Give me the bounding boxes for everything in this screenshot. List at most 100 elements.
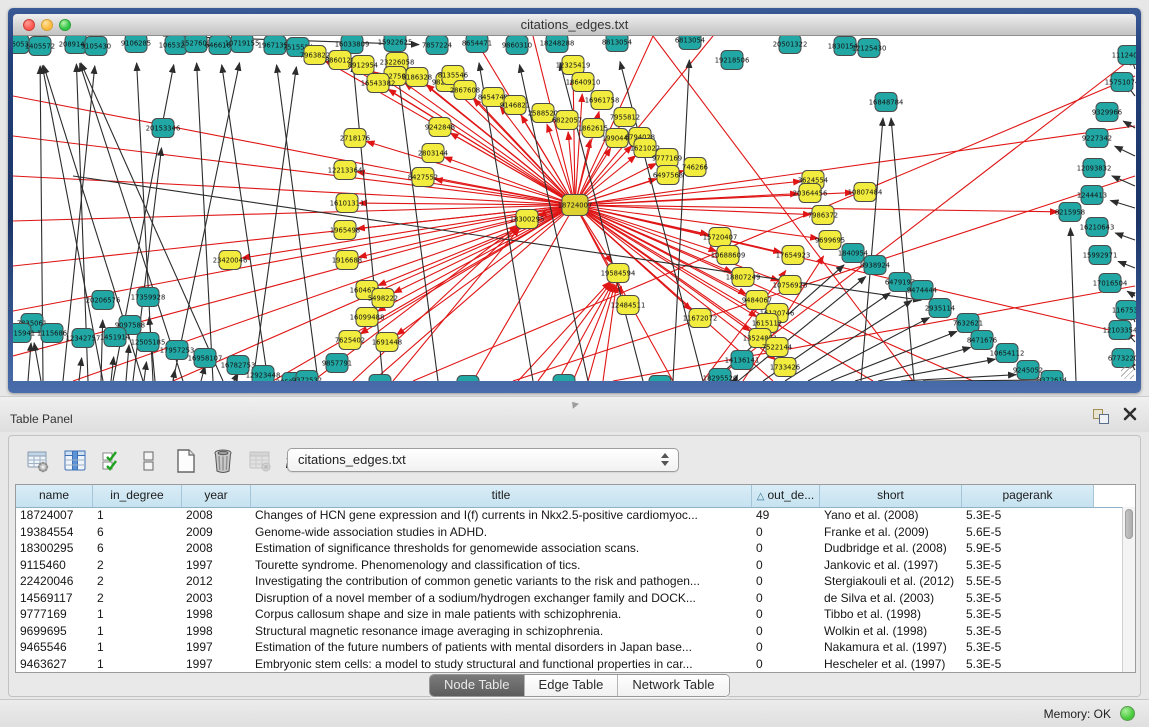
graph-edge-red[interactable] [575, 181, 801, 205]
splitter-handle[interactable] [569, 399, 579, 409]
graph-edge-red[interactable] [450, 133, 575, 205]
node-table[interactable]: namein_degreeyeartitle△out_de...shortpag… [15, 484, 1136, 673]
table-cell-name: 22420046 [16, 574, 93, 588]
graph-edge-red[interactable] [393, 228, 519, 381]
graph-node-label: 12103354 [1103, 326, 1136, 334]
table-row[interactable]: 977716911998Corpus callosum shape and si… [16, 606, 1122, 623]
graph-edge-red[interactable] [13, 96, 575, 205]
table-cell-short: Stergiakouli et al. (2012) [820, 574, 962, 588]
graph-edge-black[interactable] [1127, 291, 1135, 296]
row-selection-icon[interactable] [99, 448, 125, 474]
table-row[interactable]: 1872400712008Changes of HCN gene express… [16, 507, 1122, 524]
graph-node-label: 9329966 [1092, 108, 1122, 116]
graph-node-label: 7522144 [762, 343, 792, 351]
graph-edge-black[interactable] [173, 63, 240, 381]
graph-edge-red[interactable] [273, 205, 575, 381]
table-cell-name: 9463627 [16, 657, 93, 671]
close-panel-icon[interactable] [1123, 407, 1137, 421]
graph-edge-black[interactable] [144, 362, 146, 381]
memory-status-icon[interactable] [1120, 706, 1135, 721]
table-cell-out_degree: 0 [752, 525, 820, 539]
graph-edge-black[interactable] [1115, 146, 1135, 156]
table-cell-title: Tourette syndrome. Phenomenology and cla… [251, 558, 752, 572]
graph-node-label: 17016504 [1093, 279, 1128, 287]
table-cell-short: Wolkin et al. (1998) [820, 624, 962, 638]
graph-edge-black[interactable] [1070, 228, 1076, 381]
graph-edge-black[interactable] [28, 343, 31, 381]
table-body[interactable]: 1872400712008Changes of HCN gene express… [16, 507, 1122, 672]
graph-edge-black[interactable] [197, 63, 213, 381]
vertical-scrollbar[interactable] [1122, 507, 1135, 672]
graph-node-label: 1115686 [37, 329, 67, 337]
graph-edge-red[interactable] [588, 285, 615, 381]
table-row[interactable]: 969969511998Structural magnetic resonanc… [16, 623, 1122, 640]
window-title: citations_edges.txt [13, 14, 1136, 35]
graph-node-label: 1451914 [100, 333, 130, 341]
graph-edge-red[interactable] [373, 205, 575, 381]
graph-edge-black[interactable] [253, 67, 296, 381]
graph-edge-black[interactable] [878, 359, 995, 381]
graph-edge-black[interactable] [1110, 201, 1135, 208]
graph-edge-red[interactable] [538, 283, 611, 381]
column-header-year[interactable]: year [182, 485, 251, 507]
delete-entries-icon[interactable] [210, 448, 236, 474]
graph-node-label: 2803144 [418, 149, 448, 157]
tab-node-table[interactable]: Node Table [430, 675, 525, 696]
table-settings-icon[interactable] [25, 448, 51, 474]
graph-node-label: 20501322 [773, 40, 808, 48]
graph-edge-black[interactable] [1118, 261, 1135, 268]
column-header-in_degree[interactable]: in_degree [93, 485, 182, 507]
graph-edge-red[interactable] [653, 36, 913, 381]
graph-node[interactable] [457, 376, 479, 382]
column-header-pagerank[interactable]: pagerank [962, 485, 1094, 507]
tab-edge-table[interactable]: Edge Table [525, 675, 619, 696]
graph-node-label: 7625402 [335, 336, 365, 344]
column-visibility-icon[interactable] [62, 448, 88, 474]
graph-edge-red[interactable] [575, 205, 1135, 336]
graph-node-label: 8427552 [408, 173, 438, 181]
tab-network-table[interactable]: Network Table [618, 675, 728, 696]
table-row[interactable]: 1830029562008Estimation of significance … [16, 540, 1122, 557]
table-row[interactable]: 946362711997Embryonic stem cells: a mode… [16, 656, 1122, 673]
table-cell-name: 19384554 [16, 525, 93, 539]
graph-edge-black[interactable] [831, 331, 957, 381]
graph-edge-black[interactable] [277, 65, 318, 381]
graph-edge-red[interactable] [13, 205, 575, 356]
column-header-title[interactable]: title [251, 485, 752, 507]
graph-edge-red[interactable] [613, 286, 1135, 381]
graph-edge-black[interactable] [101, 320, 103, 381]
graph-edge-black[interactable] [923, 380, 1052, 381]
table-row[interactable]: 946554611997Estimation of the future num… [16, 639, 1122, 656]
graph-node-label: 8215958 [1055, 208, 1085, 216]
graph-edge-red[interactable] [473, 205, 575, 381]
table-row[interactable]: 2242004622012Investigating the contribut… [16, 573, 1122, 590]
float-panel-icon[interactable] [1093, 409, 1109, 423]
graph-node-label: 8471676 [967, 336, 997, 344]
column-header-short[interactable]: short [820, 485, 962, 507]
window-titlebar[interactable]: citations_edges.txt [13, 14, 1136, 36]
column-header-name[interactable]: name [16, 485, 93, 507]
graph-node-label: 17359928 [131, 293, 166, 301]
table-cell-out_degree: 0 [752, 607, 820, 621]
canvas-resize-grip-icon[interactable] [1121, 366, 1134, 379]
graph-node-label: 8654471 [462, 39, 492, 47]
graph-edge-black[interactable] [126, 345, 129, 381]
graph-node[interactable] [649, 376, 671, 382]
graph-node-label: 9242848 [425, 123, 455, 131]
network-graph-canvas[interactable]: 2060530140557220891406910543091062851065… [13, 36, 1136, 381]
new-table-icon[interactable] [173, 448, 199, 474]
row-height-icon[interactable] [136, 448, 162, 474]
graph-node-label: 12213364 [328, 166, 363, 174]
column-header-out_degree[interactable]: △out_de... [752, 485, 820, 507]
table-select-dropdown[interactable]: citations_edges.txt [287, 448, 679, 472]
network-graph[interactable]: 2060530140557220891406910543091062851065… [13, 36, 1136, 381]
table-row[interactable]: 1938455462009Genome-wide association stu… [16, 524, 1122, 541]
scrollbar-thumb[interactable] [1125, 509, 1133, 539]
graph-edge-black[interactable] [1115, 233, 1135, 240]
table-row[interactable]: 1456911722003Disruption of a novel membe… [16, 590, 1122, 607]
graph-node-label: 8225471 [549, 380, 579, 381]
graph-edge-red[interactable] [357, 172, 575, 205]
table-cell-out_degree: 0 [752, 624, 820, 638]
table-row[interactable]: 911546021997Tourette syndrome. Phenomeno… [16, 557, 1122, 574]
table-cell-title: Investigating the contribution of common… [251, 574, 752, 588]
